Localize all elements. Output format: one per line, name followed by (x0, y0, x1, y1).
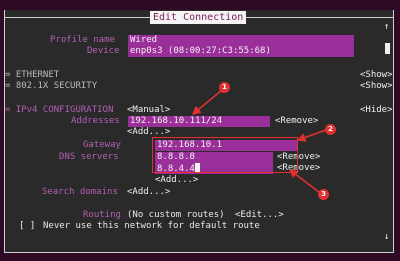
profile-name-label: Profile name (50, 35, 116, 45)
ipv4-section-label: = IPv4 CONFIGURATION (5, 105, 114, 115)
never-default-label: Never use this network for default route (43, 221, 260, 231)
ipv4-method-select[interactable]: <Manual> (127, 105, 170, 116)
annotation-marker-1: 1 (219, 82, 230, 93)
routing-edit-button[interactable]: <Edit...> (235, 210, 284, 221)
search-domains-add-button[interactable]: <Add...> (127, 187, 170, 198)
security-section-label: = 802.1X SECURITY (5, 81, 98, 91)
desktop-top-bar (0, 0, 400, 10)
dns-servers-label: DNS servers (59, 152, 119, 162)
never-default-checkbox[interactable]: [ ] (19, 221, 35, 232)
address-field[interactable]: 192.168.10.111/24 (128, 116, 270, 127)
profile-name-field[interactable]: Wired (128, 35, 354, 46)
scroll-up-arrow-icon[interactable]: ↑ (384, 22, 389, 32)
addresses-label: Addresses (71, 116, 120, 126)
device-label: Device (87, 46, 120, 56)
window-title: Edit Connection (150, 11, 247, 24)
window-title-bar: Edit Connection (5, 10, 393, 26)
annotation-marker-2: 2 (325, 124, 336, 135)
routing-value: (No custom routes) (127, 210, 225, 220)
scroll-down-arrow-icon[interactable]: ↓ (384, 232, 389, 242)
annotation-highlight-box (152, 137, 298, 173)
gateway-label: Gateway (83, 140, 121, 150)
device-field[interactable]: enp0s3 (08:00:27:C3:55:68) (128, 46, 354, 57)
annotation-marker-3: 3 (318, 189, 329, 200)
ethernet-section-label: = ETHERNET (5, 70, 60, 80)
search-domains-label: Search domains (42, 187, 118, 197)
dns-add-button[interactable]: <Add...> (155, 175, 198, 186)
scrollbar[interactable]: ↑ ↓ (383, 22, 393, 246)
address-remove-button[interactable]: <Remove> (275, 116, 318, 127)
routing-label: Routing (83, 210, 121, 220)
scroll-thumb[interactable] (385, 43, 390, 54)
